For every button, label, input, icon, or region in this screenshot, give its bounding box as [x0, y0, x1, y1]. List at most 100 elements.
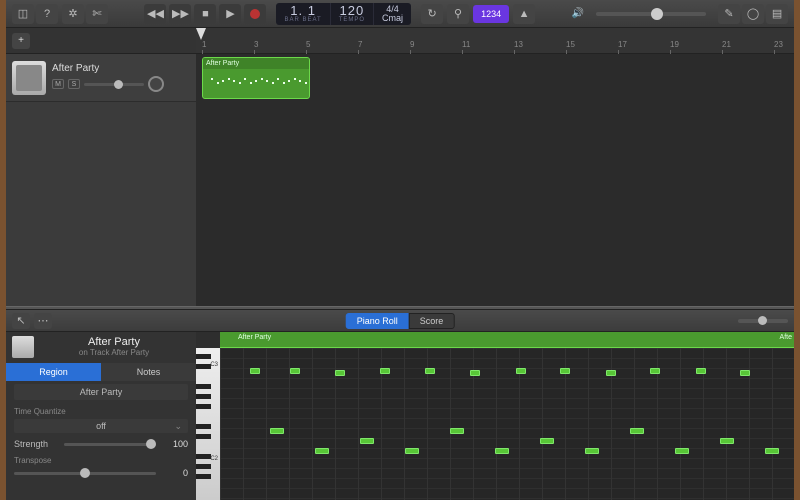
midi-note[interactable]: [740, 370, 750, 376]
piano-keyboard[interactable]: C3 C2: [196, 348, 220, 500]
piano-roll-grid[interactable]: After Party Afte: [220, 348, 794, 500]
count-in-button[interactable]: 1234: [473, 5, 509, 23]
tab-score[interactable]: Score: [409, 313, 455, 329]
midi-note[interactable]: [425, 368, 435, 374]
strength-value: 100: [162, 439, 188, 449]
transpose-label: Transpose: [6, 452, 196, 465]
library-toggle-button[interactable]: ◫: [12, 4, 34, 24]
metronome-button[interactable]: ▲: [513, 4, 535, 24]
editor-menu-button[interactable]: ⋯: [34, 313, 52, 329]
midi-note[interactable]: [765, 448, 779, 454]
piano-roll: 22.333.344.35 C3 C2 After Party Afte: [196, 332, 794, 500]
rewind-button[interactable]: ◀◀: [144, 4, 166, 24]
strength-slider[interactable]: [64, 443, 156, 446]
play-button[interactable]: ▶: [219, 4, 241, 24]
ruler-tick: 7: [358, 40, 362, 49]
piano-region-strip[interactable]: After Party Afte: [220, 332, 794, 348]
midi-note[interactable]: [696, 368, 706, 374]
inspector-instrument-icon: [12, 336, 34, 358]
arrange-grid[interactable]: After Party: [196, 54, 794, 306]
midi-note[interactable]: [380, 368, 390, 374]
region-name-label: After Party: [203, 58, 309, 69]
editor-pane: ↖ ⋯ Piano Roll Score After Party on Trac…: [6, 310, 794, 500]
tuner-button[interactable]: ⚲: [447, 4, 469, 24]
forward-button[interactable]: ▶▶: [169, 4, 191, 24]
editor-toolbar: ↖ ⋯ Piano Roll Score: [6, 310, 794, 332]
master-volume-slider[interactable]: [596, 12, 706, 16]
editor-zoom-slider[interactable]: [738, 319, 788, 323]
transpose-slider[interactable]: [14, 472, 156, 475]
loop-browser-button[interactable]: ◯: [742, 4, 764, 24]
midi-note[interactable]: [450, 428, 464, 434]
media-browser-button[interactable]: ▤: [766, 4, 788, 24]
midi-note[interactable]: [315, 448, 329, 454]
key-label-c3: C3: [210, 362, 218, 368]
region-inspector: After Party on Track After Party Region …: [6, 332, 196, 500]
main-toolbar: ◫ ? ✲ ✄ ◀◀ ▶▶ ■ ▶ 1. 1 BAR BEAT 120 TEMP…: [6, 0, 794, 28]
track-instrument-icon: [12, 61, 46, 95]
strength-label: Strength: [14, 439, 58, 449]
region-name-field[interactable]: After Party: [14, 384, 188, 400]
stop-button[interactable]: ■: [194, 4, 216, 24]
record-button[interactable]: [244, 4, 266, 24]
bar-ruler[interactable]: 1357911131517192123: [196, 28, 794, 54]
inspector-tab-notes[interactable]: Notes: [101, 363, 196, 381]
midi-note[interactable]: [250, 368, 260, 374]
ruler-tick: 11: [462, 40, 470, 49]
ruler-tick: 19: [670, 40, 679, 49]
smart-controls-button[interactable]: ✲: [62, 4, 84, 24]
midi-note[interactable]: [630, 428, 644, 434]
lcd-position-label: BAR BEAT: [284, 17, 321, 23]
midi-note[interactable]: [360, 438, 374, 444]
midi-note[interactable]: [650, 368, 660, 374]
ruler-tick: 1: [202, 40, 206, 49]
midi-note[interactable]: [516, 368, 526, 374]
editor-view-tabs: Piano Roll Score: [346, 313, 455, 329]
ruler-tick: 5: [306, 40, 310, 49]
cycle-button[interactable]: ↻: [421, 4, 443, 24]
midi-note[interactable]: [606, 370, 616, 376]
garageband-window: ◫ ? ✲ ✄ ◀◀ ▶▶ ■ ▶ 1. 1 BAR BEAT 120 TEMP…: [0, 0, 800, 500]
track-row[interactable]: After Party M S: [6, 54, 196, 102]
inspector-subtitle: on Track After Party: [40, 348, 188, 357]
track-name-label: After Party: [52, 63, 190, 74]
midi-note[interactable]: [270, 428, 284, 434]
ruler-tick: 15: [566, 40, 575, 49]
ruler-tick: 13: [514, 40, 523, 49]
midi-note[interactable]: [470, 370, 480, 376]
transpose-value: 0: [162, 468, 188, 478]
midi-note[interactable]: [720, 438, 734, 444]
inspector-title: After Party: [40, 336, 188, 348]
quick-help-button[interactable]: ?: [36, 4, 58, 24]
track-volume-slider[interactable]: [84, 83, 144, 86]
ruler-tick: 17: [618, 40, 627, 49]
add-track-button[interactable]: +: [12, 33, 30, 49]
editors-button[interactable]: ✄: [86, 4, 108, 24]
track-pan-knob[interactable]: [148, 76, 164, 92]
tab-piano-roll[interactable]: Piano Roll: [346, 313, 409, 329]
midi-note[interactable]: [560, 368, 570, 374]
midi-note[interactable]: [540, 438, 554, 444]
arrange-area: 1357911131517192123 After Party: [196, 28, 794, 306]
transport-controls: ◀◀ ▶▶ ■ ▶: [144, 4, 266, 24]
tracks-area: + After Party M S 135791113151719212: [6, 28, 794, 306]
solo-button[interactable]: S: [68, 79, 80, 89]
mute-button[interactable]: M: [52, 79, 64, 89]
midi-note[interactable]: [335, 370, 345, 376]
quantize-select[interactable]: off: [14, 419, 188, 433]
midi-note[interactable]: [290, 368, 300, 374]
inspector-tab-region[interactable]: Region: [6, 363, 101, 381]
midi-region[interactable]: After Party: [202, 57, 310, 99]
lcd-tempo-label: TEMPO: [339, 17, 365, 23]
midi-note[interactable]: [675, 448, 689, 454]
lcd-display[interactable]: 1. 1 BAR BEAT 120 TEMPO 4/4 Cmaj: [276, 3, 411, 25]
volume-icon: 🔊: [572, 8, 584, 19]
midi-note[interactable]: [405, 448, 419, 454]
lcd-tempo: 120: [340, 5, 365, 17]
editor-pointer-tool[interactable]: ↖: [12, 313, 30, 329]
midi-note[interactable]: [495, 448, 509, 454]
ruler-tick: 21: [722, 40, 731, 49]
notepad-button[interactable]: ✎: [718, 4, 740, 24]
midi-note[interactable]: [585, 448, 599, 454]
key-label-c2: C2: [210, 456, 218, 462]
